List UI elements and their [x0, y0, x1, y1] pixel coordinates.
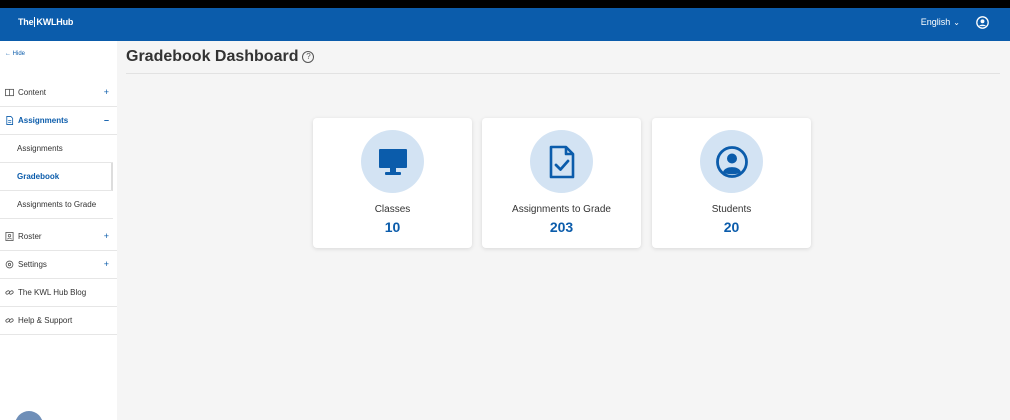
expand-icon[interactable]: +	[104, 259, 109, 269]
sidebar-item-label: Settings	[18, 260, 47, 269]
gear-icon	[5, 260, 14, 269]
card-icon-circle	[361, 130, 424, 193]
sidebar-item-label: Assignments	[18, 116, 69, 125]
language-selector[interactable]: English ⌄	[921, 17, 960, 27]
sidebar: ← Hide Content + Assignments – Assignmen…	[0, 41, 117, 420]
stat-card-classes[interactable]: Classes 10	[313, 118, 472, 248]
sidebar-subitem-gradebook[interactable]: Gradebook	[0, 163, 113, 191]
stat-card-students[interactable]: Students 20	[652, 118, 811, 248]
stat-card-label: Classes	[374, 204, 411, 215]
sidebar-subitem-label: Assignments	[17, 144, 63, 153]
student-icon	[715, 145, 748, 178]
page-title: Gradebook Dashboard?	[126, 48, 315, 66]
language-label: English	[920, 17, 951, 27]
stat-card-label: Students	[711, 204, 752, 215]
sidebar-item-assignments[interactable]: Assignments –	[0, 107, 117, 135]
sidebar-subitem-label: Gradebook	[17, 172, 60, 181]
sidebar-item-content[interactable]: Content +	[0, 79, 117, 107]
chevron-down-icon: ⌄	[953, 18, 960, 27]
sidebar-item-roster[interactable]: Roster +	[0, 223, 117, 251]
expand-icon[interactable]: +	[104, 87, 109, 97]
monitor-icon	[378, 148, 407, 175]
stat-card-assignments-to-grade[interactable]: Assignments to Grade 203	[482, 118, 641, 248]
stat-card-value: 10	[384, 219, 401, 235]
top-bar: The KWLHub English ⌄	[0, 8, 1010, 41]
link-icon	[5, 288, 14, 297]
stat-card-label: Assignments to Grade	[512, 204, 611, 215]
logo[interactable]: The KWLHub	[18, 17, 73, 27]
sidebar-item-label: The KWL Hub Blog	[18, 288, 87, 297]
document-icon	[5, 116, 14, 125]
sidebar-item-label: Roster	[18, 232, 42, 241]
sidebar-subitem-assignments[interactable]: Assignments	[0, 135, 113, 163]
card-icon-circle	[700, 130, 763, 193]
sidebar-item-help-support[interactable]: Help & Support	[0, 307, 117, 335]
main-content: Gradebook Dashboard? Classes 10 Assignme…	[117, 41, 1010, 420]
stat-card-value: 20	[723, 219, 740, 235]
sidebar-item-settings[interactable]: Settings +	[0, 251, 117, 279]
sidebar-item-label: Content	[18, 88, 47, 97]
collapse-icon[interactable]: –	[104, 115, 109, 125]
sidebar-item-blog[interactable]: The KWL Hub Blog	[0, 279, 117, 307]
book-icon	[5, 88, 14, 97]
sidebar-subitem-assignments-to-grade[interactable]: Assignments to Grade	[0, 191, 113, 219]
expand-icon[interactable]: +	[104, 231, 109, 241]
graded-document-icon	[549, 145, 574, 178]
help-circle-icon[interactable]: ?	[302, 51, 315, 63]
card-icon-circle	[530, 130, 593, 193]
hide-sidebar-link[interactable]: ← Hide	[5, 51, 25, 57]
page-title-text: Gradebook Dashboard	[126, 48, 299, 65]
logo-text-the: The	[18, 17, 34, 27]
title-divider	[126, 73, 1000, 74]
user-account-icon[interactable]	[976, 16, 989, 29]
roster-icon	[5, 232, 14, 241]
chat-help-button[interactable]	[15, 411, 43, 420]
stat-card-value: 203	[549, 219, 574, 235]
sidebar-subitem-label: Assignments to Grade	[17, 200, 97, 209]
logo-text-kwlhub: KWLHub	[36, 17, 74, 27]
link-icon	[5, 316, 14, 325]
sidebar-item-label: Help & Support	[18, 316, 73, 325]
